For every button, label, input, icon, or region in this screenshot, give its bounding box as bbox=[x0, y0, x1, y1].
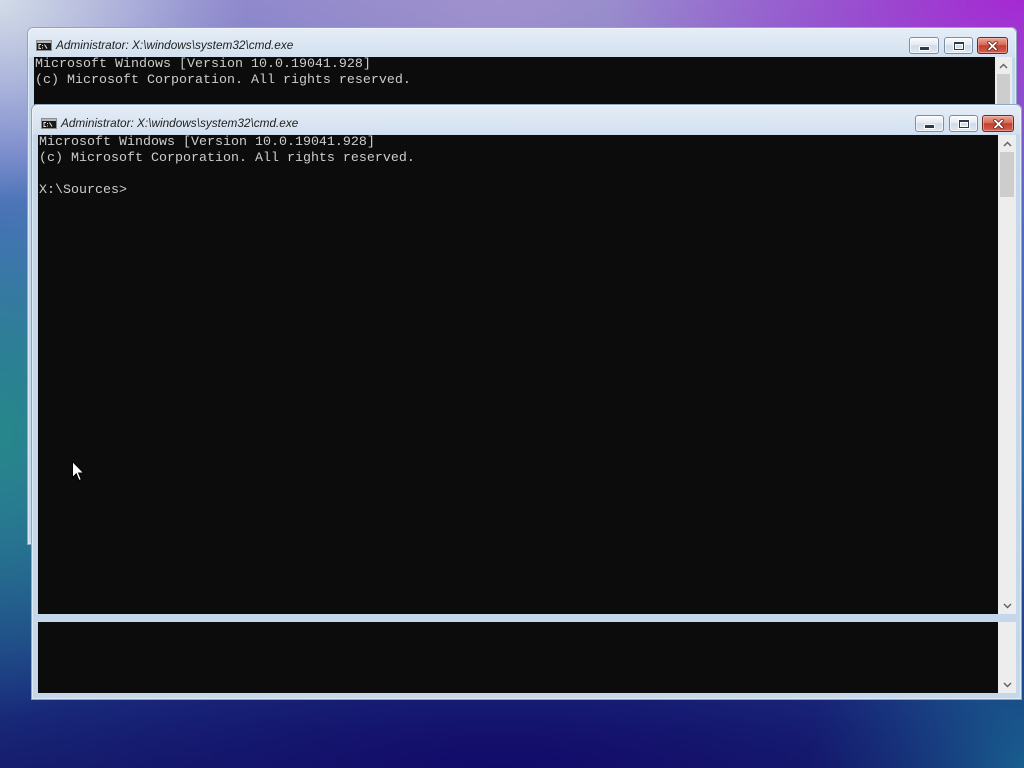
mouse-pointer-icon bbox=[72, 461, 85, 482]
maximize-icon bbox=[958, 119, 969, 128]
close-icon bbox=[987, 40, 998, 51]
maximize-button[interactable] bbox=[949, 115, 978, 132]
console-line: Microsoft Windows [Version 10.0.19041.92… bbox=[39, 135, 375, 150]
title-bar[interactable]: Administrator: X:\windows\system32\cmd.e… bbox=[31, 104, 1022, 134]
console-output[interactable]: Microsoft Windows [Version 10.0.19041.92… bbox=[38, 135, 998, 614]
console-line: (c) Microsoft Corporation. All rights re… bbox=[35, 73, 411, 88]
maximize-button[interactable] bbox=[944, 37, 973, 54]
title-bar[interactable]: Administrator: X:\windows\system32\cmd.e… bbox=[27, 27, 1017, 57]
minimize-button[interactable] bbox=[909, 37, 939, 54]
scroll-down-button[interactable] bbox=[998, 597, 1016, 614]
vertical-scrollbar[interactable] bbox=[998, 135, 1016, 614]
minimize-button[interactable] bbox=[915, 115, 944, 132]
command-prompt[interactable]: X:\Sources> bbox=[39, 183, 998, 199]
close-button[interactable] bbox=[982, 115, 1014, 132]
scroll-down-arrow-icon bbox=[1003, 682, 1011, 687]
console-line: Microsoft Windows [Version 10.0.19041.92… bbox=[35, 57, 371, 72]
scroll-up-arrow-icon bbox=[999, 63, 1008, 68]
scroll-up-button[interactable] bbox=[998, 135, 1016, 152]
vertical-scrollbar-fragment[interactable] bbox=[998, 622, 1016, 693]
close-icon bbox=[992, 118, 1004, 129]
cmd-icon bbox=[36, 40, 52, 51]
scroll-up-button[interactable] bbox=[995, 57, 1012, 74]
minimize-icon bbox=[919, 47, 929, 50]
scroll-down-arrow-icon bbox=[1003, 603, 1011, 608]
window-title: Administrator: X:\windows\system32\cmd.e… bbox=[56, 38, 294, 52]
cmd-window-front[interactable]: Administrator: X:\windows\system32\cmd.e… bbox=[31, 104, 1022, 700]
scroll-thumb[interactable] bbox=[1000, 152, 1014, 197]
minimize-icon bbox=[925, 125, 934, 128]
window-title: Administrator: X:\windows\system32\cmd.e… bbox=[61, 116, 299, 130]
scroll-up-arrow-icon bbox=[1003, 141, 1011, 146]
console-line: (c) Microsoft Corporation. All rights re… bbox=[39, 151, 415, 166]
console-output-fragment[interactable] bbox=[38, 622, 998, 693]
maximize-icon bbox=[953, 41, 964, 50]
cmd-icon bbox=[41, 118, 57, 129]
close-button[interactable] bbox=[977, 37, 1008, 54]
scroll-down-button[interactable] bbox=[998, 676, 1016, 693]
